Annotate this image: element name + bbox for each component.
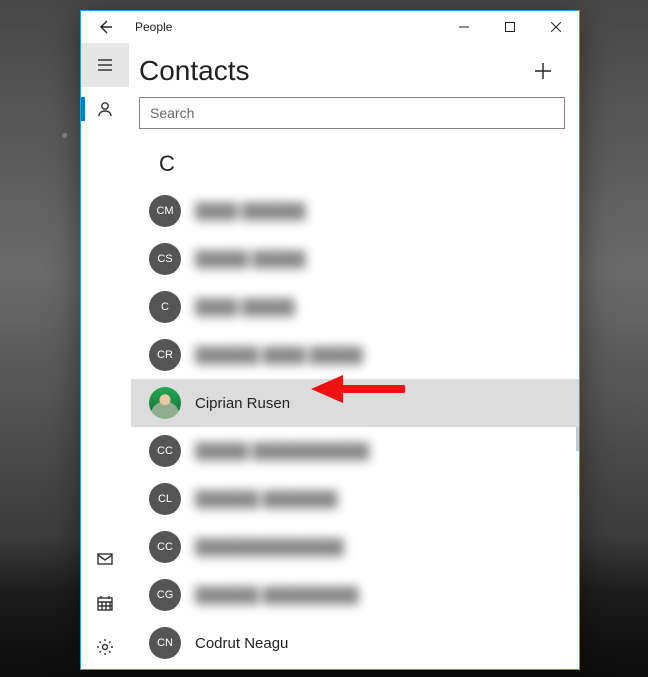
close-button[interactable]	[533, 11, 579, 43]
contact-row[interactable]: Ciprian Rusen	[131, 379, 579, 427]
calendar-icon	[96, 594, 114, 612]
nav-calendar-button[interactable]	[81, 581, 129, 625]
hamburger-button[interactable]	[81, 43, 129, 87]
arrow-left-icon	[97, 19, 113, 35]
contact-row[interactable]: CG ██████ █████████	[131, 571, 579, 619]
minimize-button[interactable]	[441, 11, 487, 43]
contact-row[interactable]: CM ████ ██████	[131, 187, 579, 235]
gear-icon	[96, 638, 114, 656]
contact-row[interactable]: CN Codrut Neagu	[131, 619, 579, 667]
maximize-icon	[505, 22, 515, 32]
mail-icon	[96, 550, 114, 568]
avatar-initials: C	[149, 291, 181, 323]
avatar-initials: CL	[149, 483, 181, 515]
contact-name: ██████ ███████	[195, 491, 337, 508]
contact-row[interactable]: CC ██████████████	[131, 523, 579, 571]
nav-rail	[81, 43, 129, 669]
avatar-initials: CS	[149, 243, 181, 275]
page-header: Contacts	[129, 43, 579, 97]
contact-name: ████ █████	[195, 299, 295, 316]
contact-name: █████ ███████████	[195, 443, 369, 460]
contact-row[interactable]: CR ██████ ████ █████	[131, 331, 579, 379]
search-container	[129, 97, 579, 139]
maximize-button[interactable]	[487, 11, 533, 43]
contact-name: ██████ ████ █████	[195, 347, 363, 364]
person-icon	[96, 100, 114, 118]
contact-row[interactable]: CL ██████ ███████	[131, 475, 579, 523]
nav-mail-button[interactable]	[81, 537, 129, 581]
close-icon	[551, 22, 561, 32]
contact-name: ██████ █████████	[195, 587, 359, 604]
contacts-list[interactable]: C CM ████ ██████ CS █████ █████ C ████ █████ CR…	[129, 139, 579, 669]
nav-people-button[interactable]	[81, 87, 129, 131]
contact-row[interactable]: CC █████ ███████████	[131, 427, 579, 475]
search-input[interactable]	[139, 97, 565, 129]
minimize-icon	[459, 22, 469, 32]
add-contact-button[interactable]	[523, 51, 563, 91]
avatar-initials: CN	[149, 627, 181, 659]
avatar-initials: CC	[149, 435, 181, 467]
contact-name: Ciprian Rusen	[195, 395, 290, 412]
avatar-photo	[149, 387, 181, 419]
page-title: Contacts	[139, 55, 523, 87]
contact-name: Codrut Neagu	[195, 635, 288, 652]
contact-name: █████ █████	[195, 251, 305, 268]
nav-settings-button[interactable]	[81, 625, 129, 669]
plus-icon	[533, 61, 553, 81]
contact-name: ██████████████	[195, 539, 344, 556]
window-title: People	[129, 20, 172, 34]
contact-row[interactable]: C ████ █████	[131, 283, 579, 331]
back-button[interactable]	[81, 11, 129, 43]
avatar-initials: CM	[149, 195, 181, 227]
avatar-initials: CC	[149, 531, 181, 563]
hamburger-icon	[96, 56, 114, 74]
people-app-window: People	[80, 10, 580, 670]
avatar-initials: CR	[149, 339, 181, 371]
main-pane: Contacts C CM ████ ██████ CS █████ █████ C ███…	[129, 43, 579, 669]
contact-row[interactable]: CS █████ █████	[131, 235, 579, 283]
window-titlebar: People	[81, 11, 579, 43]
avatar-initials: CG	[149, 579, 181, 611]
contact-name: ████ ██████	[195, 203, 305, 220]
group-header[interactable]: C	[131, 139, 579, 187]
